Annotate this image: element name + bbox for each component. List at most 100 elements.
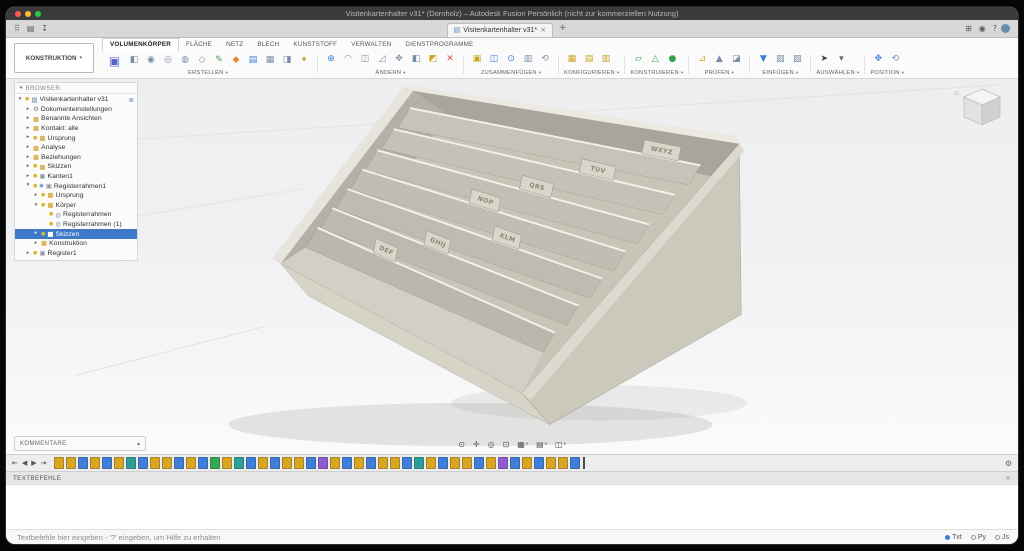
tree-row-dokumenteinstellungen[interactable]: ▸⚙Dokumenteinstellungen — [15, 105, 137, 115]
timeline-feature-icon[interactable] — [246, 457, 256, 469]
orbit-icon[interactable]: ⊙ — [458, 441, 465, 449]
ribbon-tab-verwalten[interactable]: VERWALTEN — [344, 39, 398, 51]
tree-row-visitenkartenhalter-v31[interactable]: ▾●▤Visitenkartenhalter v31⊕ — [15, 95, 137, 105]
timeline-feature-icon[interactable] — [222, 457, 232, 469]
timeline-feature-icon[interactable] — [294, 457, 304, 469]
workspace-selector[interactable]: KONSTRUKTION ▾ — [14, 43, 94, 73]
notifications-icon[interactable]: ◉ — [979, 25, 986, 33]
expander-icon[interactable]: ▾ — [25, 183, 31, 189]
timeline-feature-icon[interactable] — [558, 457, 568, 469]
tree-row-körper[interactable]: ▾●■Körper — [15, 201, 137, 211]
visibility-bulb-icon[interactable]: ● — [49, 212, 53, 217]
axis-icon[interactable]: △ — [647, 52, 663, 67]
timeline-feature-icon[interactable] — [150, 457, 160, 469]
viewports-icon[interactable]: ◫▾ — [555, 441, 566, 449]
expander-icon[interactable]: ▸ — [33, 231, 39, 237]
tree-row-registerrahmen1[interactable]: ▾●◉▣Registerrahmen1 — [15, 181, 137, 191]
timeline-feature-icon[interactable] — [174, 457, 184, 469]
play-icon[interactable]: ▶ — [31, 460, 36, 467]
combine-icon[interactable]: ◧ — [408, 52, 424, 67]
emboss-icon[interactable]: ✦ — [296, 53, 312, 68]
radio-icon[interactable] — [995, 535, 1000, 540]
active-component-icon[interactable]: ◉ — [39, 184, 43, 189]
home-view-icon[interactable]: ⌂ — [954, 88, 959, 97]
browser-header[interactable]: ◂ BROWSER — [15, 83, 137, 94]
go-to-end-icon[interactable]: ⇥ — [41, 460, 47, 467]
expander-icon[interactable]: ▸ — [25, 135, 31, 141]
tree-row-analyse[interactable]: ▸■Analyse — [15, 143, 137, 153]
decal-icon[interactable]: ▧ — [772, 52, 788, 67]
text-command-input[interactable] — [15, 532, 937, 543]
visibility-bulb-icon[interactable]: ● — [33, 136, 37, 141]
expander-icon[interactable]: ▸ — [33, 241, 39, 247]
new-tab-icon[interactable]: + — [559, 24, 567, 33]
derive-icon[interactable]: ▤ — [245, 53, 261, 68]
timeline-feature-icon[interactable] — [306, 457, 316, 469]
tree-row-ursprung[interactable]: ▸●■Ursprung — [15, 191, 137, 201]
tool-group-label[interactable]: ÄNDERN▾ — [323, 70, 458, 76]
tree-row-skizzen[interactable]: ▸●■Skizzen — [15, 162, 137, 172]
pipe-icon[interactable]: ◇ — [194, 53, 210, 68]
avatar[interactable] — [1001, 24, 1010, 33]
timeline-feature-icon[interactable] — [270, 457, 280, 469]
document-tab[interactable]: ▤ Visitenkartenhalter v31* × — [447, 23, 553, 37]
insert-derive-icon[interactable]: ▼ — [755, 52, 771, 67]
tool-group-label[interactable]: KONFIGURIEREN▾ — [564, 70, 619, 76]
timeline-feature-icon[interactable] — [390, 457, 400, 469]
tree-row-beziehungen[interactable]: ▸■Beziehungen — [15, 153, 137, 163]
close-icon[interactable]: × — [1005, 474, 1011, 482]
grid-settings-icon[interactable]: ▤▾ — [536, 441, 547, 449]
form-icon[interactable]: ◆ — [228, 53, 244, 68]
timeline-feature-icon[interactable] — [402, 457, 412, 469]
radio-icon[interactable] — [945, 535, 950, 540]
ribbon-tab-netz[interactable]: NETZ — [219, 39, 250, 51]
extensions-icon[interactable]: ⊞ — [965, 25, 972, 33]
draft-icon[interactable]: ◿ — [374, 52, 390, 67]
visibility-bulb-icon[interactable]: ● — [33, 251, 37, 256]
visibility-bulb-icon[interactable]: ● — [25, 97, 29, 102]
timeline-feature-icon[interactable] — [474, 457, 484, 469]
joint-icon[interactable]: ⊙ — [503, 52, 519, 67]
tree-row-kontakt-alle[interactable]: ▸■Kontakt: alle — [15, 124, 137, 134]
ribbon-tab-fläche[interactable]: FLÄCHE — [179, 39, 219, 51]
expander-icon[interactable]: ▾ — [33, 203, 39, 209]
timeline-feature-icon[interactable] — [258, 457, 268, 469]
timeline-feature-icon[interactable] — [522, 457, 532, 469]
comments-bar[interactable]: KOMMENTARE ▴ — [14, 436, 146, 451]
tree-row-skizzen[interactable]: ▸●■Skizzen — [15, 229, 137, 239]
tree-row-kanten1[interactable]: ▸●▣Kanten1 — [15, 172, 137, 182]
expander-icon[interactable]: ▸ — [25, 116, 31, 122]
join-icon[interactable]: ◫ — [486, 52, 502, 67]
point-icon[interactable]: ● — [664, 52, 680, 67]
capture-position-icon[interactable]: ✥ — [870, 52, 886, 67]
delete-icon[interactable]: ✕ — [442, 52, 458, 67]
timeline-feature-icon[interactable] — [534, 457, 544, 469]
expander-icon[interactable]: ▾ — [17, 97, 23, 103]
timeline-feature-icon[interactable] — [486, 457, 496, 469]
tool-group-label[interactable]: PRÜFEN▾ — [694, 70, 744, 76]
file-menu-icon[interactable]: ▤ — [27, 25, 35, 33]
timeline-feature-icon[interactable] — [318, 457, 328, 469]
timeline-feature-icon[interactable] — [462, 457, 472, 469]
minimize-window-icon[interactable] — [25, 11, 31, 17]
sketch-icon[interactable]: ✎ — [211, 53, 227, 68]
visibility-bulb-icon[interactable]: ● — [33, 174, 37, 179]
config-insert-icon[interactable]: ▥ — [598, 52, 614, 67]
timeline-feature-icon[interactable] — [510, 457, 520, 469]
timeline-feature-icon[interactable] — [210, 457, 220, 469]
tree-row-registerrahmen-1[interactable]: ●◍Registerrahmen (1) — [15, 220, 137, 230]
fillet-icon[interactable]: ◠ — [340, 52, 356, 67]
timeline-feature-icon[interactable] — [198, 457, 208, 469]
tree-row-ursprung[interactable]: ▸●■Ursprung — [15, 133, 137, 143]
tree-row-benannte-ansichten[interactable]: ▸■Benannte Ansichten — [15, 114, 137, 124]
app-grid-icon[interactable]: ⠿ — [14, 25, 20, 33]
drive-joints-icon[interactable]: ⟲ — [537, 52, 553, 67]
timeline-feature-icon[interactable] — [114, 457, 124, 469]
timeline-feature-icon[interactable] — [498, 457, 508, 469]
timeline-feature-icon[interactable] — [438, 457, 448, 469]
tree-row-konstruktion[interactable]: ▸■Konstruktion — [15, 239, 137, 249]
visibility-bulb-icon[interactable]: ● — [41, 203, 45, 208]
cylinder-icon[interactable]: ◧ — [126, 53, 142, 68]
tool-group-label[interactable]: POSITION▾ — [870, 70, 904, 76]
close-tab-icon[interactable]: × — [540, 27, 546, 34]
